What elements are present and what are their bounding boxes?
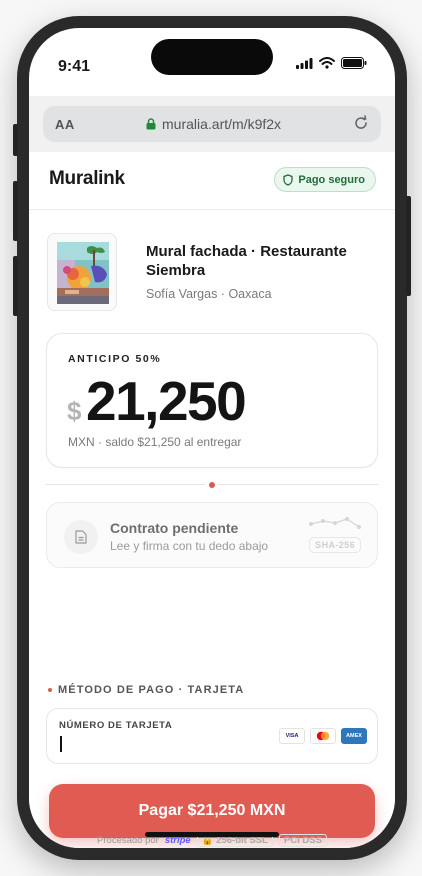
volume-up-button [13, 181, 18, 241]
card-number-label: NÚMERO DE TARJETA [59, 720, 173, 731]
deposit-amount: 21,250 [86, 370, 247, 432]
text-cursor [60, 736, 62, 752]
volume-down-button [13, 256, 18, 316]
address-bar[interactable]: AA muralia.art/m/k9f2x [43, 106, 381, 142]
phone-frame: 9:41 AA muralia.art/m/k9f2x Muralink Pag… [13, 16, 411, 860]
project-title: Mural fachada · Restaurante Siembra [146, 243, 347, 279]
deposit-label: ANTICIPO 50% [68, 353, 162, 365]
balance-note: MXN · saldo $21,250 al entregar [68, 435, 242, 449]
shield-icon [283, 173, 294, 186]
site-header: Muralink Pago seguro [29, 152, 395, 210]
document-icon [64, 520, 98, 554]
card-number-field[interactable]: NÚMERO DE TARJETA VISA AMEX [46, 708, 378, 764]
currency-symbol: $ [67, 396, 82, 426]
reload-icon[interactable] [353, 115, 369, 131]
signature-sparkline-icon [309, 517, 361, 529]
hash-badge: SHA-256 [309, 537, 361, 553]
artist-location: Sofía Vargas · Oaxaca [146, 287, 272, 301]
visa-icon: VISA [279, 728, 305, 744]
mute-switch [13, 124, 18, 156]
payment-method-heading: MÉTODO DE PAGO · TARJETA [48, 684, 244, 696]
mastercard-icon [310, 728, 336, 744]
deposit-amount-card: ANTICIPO 50% $ 21,250 MXN · saldo $21,25… [46, 333, 378, 468]
lock-icon [146, 118, 156, 130]
mural-image [57, 242, 109, 304]
payment-method-label: MÉTODO DE PAGO · TARJETA [58, 684, 245, 696]
secure-payment-badge: Pago seguro [274, 167, 376, 192]
screen: 9:41 AA muralia.art/m/k9f2x Muralink Pag… [29, 28, 395, 848]
brand-logo[interactable]: Muralink [49, 168, 125, 190]
home-indicator[interactable] [145, 832, 279, 837]
mural-thumbnail [47, 233, 117, 311]
contract-status-card[interactable]: Contrato pendiente Lee y firma con tu de… [46, 502, 378, 568]
secure-badge-label: Pago seguro [298, 173, 365, 186]
project-summary: Mural fachada · Restaurante Siembra Sofí… [47, 233, 387, 313]
status-icons [296, 57, 367, 69]
contract-title: Contrato pendiente [110, 520, 239, 536]
amex-icon: AMEX [341, 728, 367, 744]
wifi-icon [319, 57, 335, 69]
pci-badge: PCI DSS [278, 834, 327, 847]
reader-mode-button[interactable]: AA [55, 117, 75, 132]
cellular-signal-icon [296, 57, 313, 69]
power-button [406, 196, 411, 296]
battery-icon [341, 57, 367, 69]
url-text: muralia.art/m/k9f2x [162, 116, 282, 132]
card-brands: VISA AMEX [279, 728, 367, 744]
url-display[interactable]: muralia.art/m/k9f2x [146, 116, 281, 132]
pay-button[interactable]: Pagar $21,250 MXN [49, 784, 375, 838]
dynamic-island [151, 39, 273, 75]
contract-subtitle: Lee y firma con tu dedo abajo [110, 539, 269, 553]
browser-bar: AA muralia.art/m/k9f2x [29, 96, 395, 152]
status-time: 9:41 [58, 58, 91, 75]
divider-dot [205, 478, 218, 491]
